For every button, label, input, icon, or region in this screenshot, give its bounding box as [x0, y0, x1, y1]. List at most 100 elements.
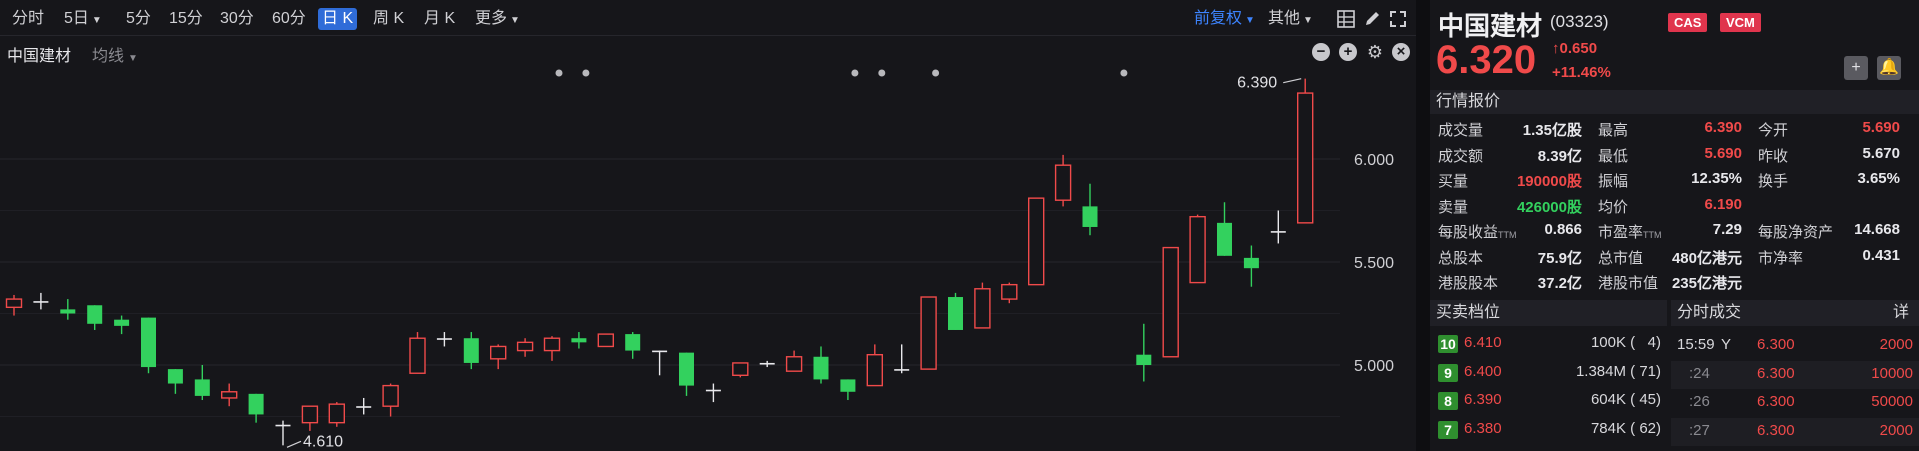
period-tab-day-k[interactable]: 日 K	[318, 8, 358, 30]
level-badge: 7	[1438, 420, 1458, 439]
candle-body	[543, 337, 561, 352]
y-tick-label: 5.000	[1354, 358, 1394, 375]
period-tab-week-k[interactable]: 周 K	[369, 8, 408, 30]
grid-icon[interactable]	[1336, 9, 1356, 29]
candle-body	[516, 341, 534, 352]
trade-row: :26 6.300 50000	[1671, 389, 1919, 417]
order-book-row[interactable]: 9 6.400 1.384M ( 71)	[1430, 359, 1667, 387]
quote-section-title: 行情报价	[1430, 90, 1919, 114]
quote-stat-value: 1.35亿股	[1522, 122, 1582, 139]
trade-row: :24 6.300 10000	[1671, 360, 1919, 389]
panel-divider[interactable]	[1416, 0, 1430, 451]
candle-body	[87, 305, 103, 324]
chevron-down-icon: ▼	[1245, 15, 1255, 26]
time-sales-header: 分时成交 详	[1671, 300, 1919, 326]
plus-icon[interactable]: +	[1339, 43, 1357, 61]
quote-stat-label: 成交量	[1438, 122, 1484, 139]
quote-stat-value: 14.668	[1854, 221, 1900, 238]
alert-bell-button[interactable]: 🔔	[1877, 56, 1901, 80]
time-sales-detail-button[interactable]: 详	[1893, 300, 1909, 326]
candle-body	[301, 405, 319, 424]
order-price: 6.390	[1464, 391, 1502, 408]
period-tab-intraday[interactable]: 分时	[8, 8, 48, 30]
quote-stat-value: 5.690	[1704, 144, 1742, 162]
candle-body	[866, 354, 883, 387]
trade-row: 15:59 Y 6.300 2000	[1671, 332, 1919, 360]
order-price: 6.400	[1464, 362, 1502, 380]
candle-body	[1243, 257, 1259, 269]
quote-stat-value: 480亿港元	[1671, 249, 1742, 267]
time-sales-title: 分时成交	[1677, 304, 1742, 321]
event-marker	[1120, 69, 1128, 77]
event-marker	[932, 69, 940, 77]
order-book-row[interactable]: 10 6.410 100K ( 4)	[1430, 330, 1667, 358]
period-tab-30min[interactable]: 30分	[216, 8, 258, 30]
candle-body	[813, 356, 829, 380]
candle-body	[1162, 246, 1179, 358]
candle-body	[974, 288, 991, 329]
order-volume: 1.384M ( 71)	[1575, 362, 1661, 380]
candle-body	[33, 301, 49, 303]
quote-stat-label: 成交额	[1438, 147, 1484, 165]
candlestick-chart[interactable]: 6.000 5.500 5.000 6.390 4.610	[0, 67, 1416, 451]
candle-body	[625, 334, 641, 351]
quote-stat-label: 最高	[1598, 122, 1629, 139]
period-tab-60min[interactable]: 60分	[268, 8, 310, 30]
stock-code: (03323)	[1550, 12, 1609, 31]
period-tab-5min[interactable]: 5分	[122, 8, 155, 30]
trade-time: 15:59	[1677, 336, 1715, 353]
quote-stat-label: 昨收	[1758, 147, 1789, 165]
quote-stat-label: 总市值	[1598, 249, 1644, 267]
fullscreen-icon[interactable]	[1388, 9, 1408, 29]
period-tab-more[interactable]: 更多 ▼	[471, 8, 524, 30]
order-book-row[interactable]: 7 6.380 784K ( 62)	[1430, 416, 1667, 444]
quote-stat-label: 换手	[1758, 173, 1789, 190]
pen-icon[interactable]	[1362, 9, 1382, 29]
ma-dropdown[interactable]: 均线 ▼	[92, 42, 138, 66]
trade-volume: 2000	[1879, 421, 1913, 439]
quote-stat-label: 均价	[1598, 198, 1629, 216]
event-marker	[851, 69, 859, 77]
cas-badge: CAS	[1668, 13, 1708, 32]
chart-stock-label: 中国建材	[7, 48, 72, 65]
quote-stat-value: 0.431	[1862, 246, 1900, 264]
candle-body	[1136, 354, 1152, 365]
candle-body	[382, 384, 399, 407]
price-change-percent: +11.46%	[1552, 64, 1611, 81]
event-marker	[582, 69, 590, 77]
period-tab-5day[interactable]: 5日 ▼	[60, 8, 106, 30]
quote-stat-value: 6.190	[1704, 195, 1742, 213]
period-tab-month-k[interactable]: 月 K	[420, 8, 459, 30]
candle-body	[60, 309, 76, 314]
candle-body	[894, 369, 910, 371]
order-book-title: 买卖档位	[1430, 300, 1667, 326]
other-dropdown[interactable]: 其他 ▼	[1264, 8, 1317, 30]
close-icon[interactable]: ×	[1392, 43, 1410, 61]
quote-stat-label: 港股市值	[1598, 275, 1659, 292]
minus-icon[interactable]: −	[1312, 43, 1330, 61]
adjust-dropdown[interactable]: 前复权 ▼	[1190, 8, 1259, 30]
trade-time: :24	[1689, 364, 1710, 382]
candle-body	[1001, 283, 1018, 300]
order-book-row[interactable]: 8 6.390 604K ( 45)	[1430, 387, 1667, 415]
quote-stat-label: 每股收益TTM	[1438, 224, 1517, 241]
trade-time: :27	[1689, 421, 1710, 439]
gear-icon[interactable]: ⚙	[1366, 43, 1384, 61]
chevron-down-icon: ▼	[91, 15, 102, 26]
trade-price: 6.300	[1757, 364, 1795, 382]
candle-body	[705, 389, 721, 392]
quote-stat-label: 振幅	[1598, 173, 1629, 190]
quote-stat-value: 37.2亿	[1537, 275, 1582, 292]
quote-stat-label: 卖量	[1438, 198, 1469, 216]
high-annotation: 6.390	[1237, 75, 1277, 92]
candle-body	[141, 317, 156, 368]
quote-stat-value: 12.35%	[1691, 170, 1742, 187]
price-change: ↑0.650	[1552, 40, 1598, 57]
candle-body	[275, 424, 291, 427]
order-price: 6.410	[1464, 334, 1502, 351]
candle-body	[1189, 215, 1206, 284]
trade-time: :26	[1689, 393, 1710, 410]
period-tab-15min[interactable]: 15分	[165, 8, 207, 30]
vcm-badge: VCM	[1720, 13, 1761, 32]
add-watchlist-button[interactable]: +	[1844, 56, 1868, 80]
